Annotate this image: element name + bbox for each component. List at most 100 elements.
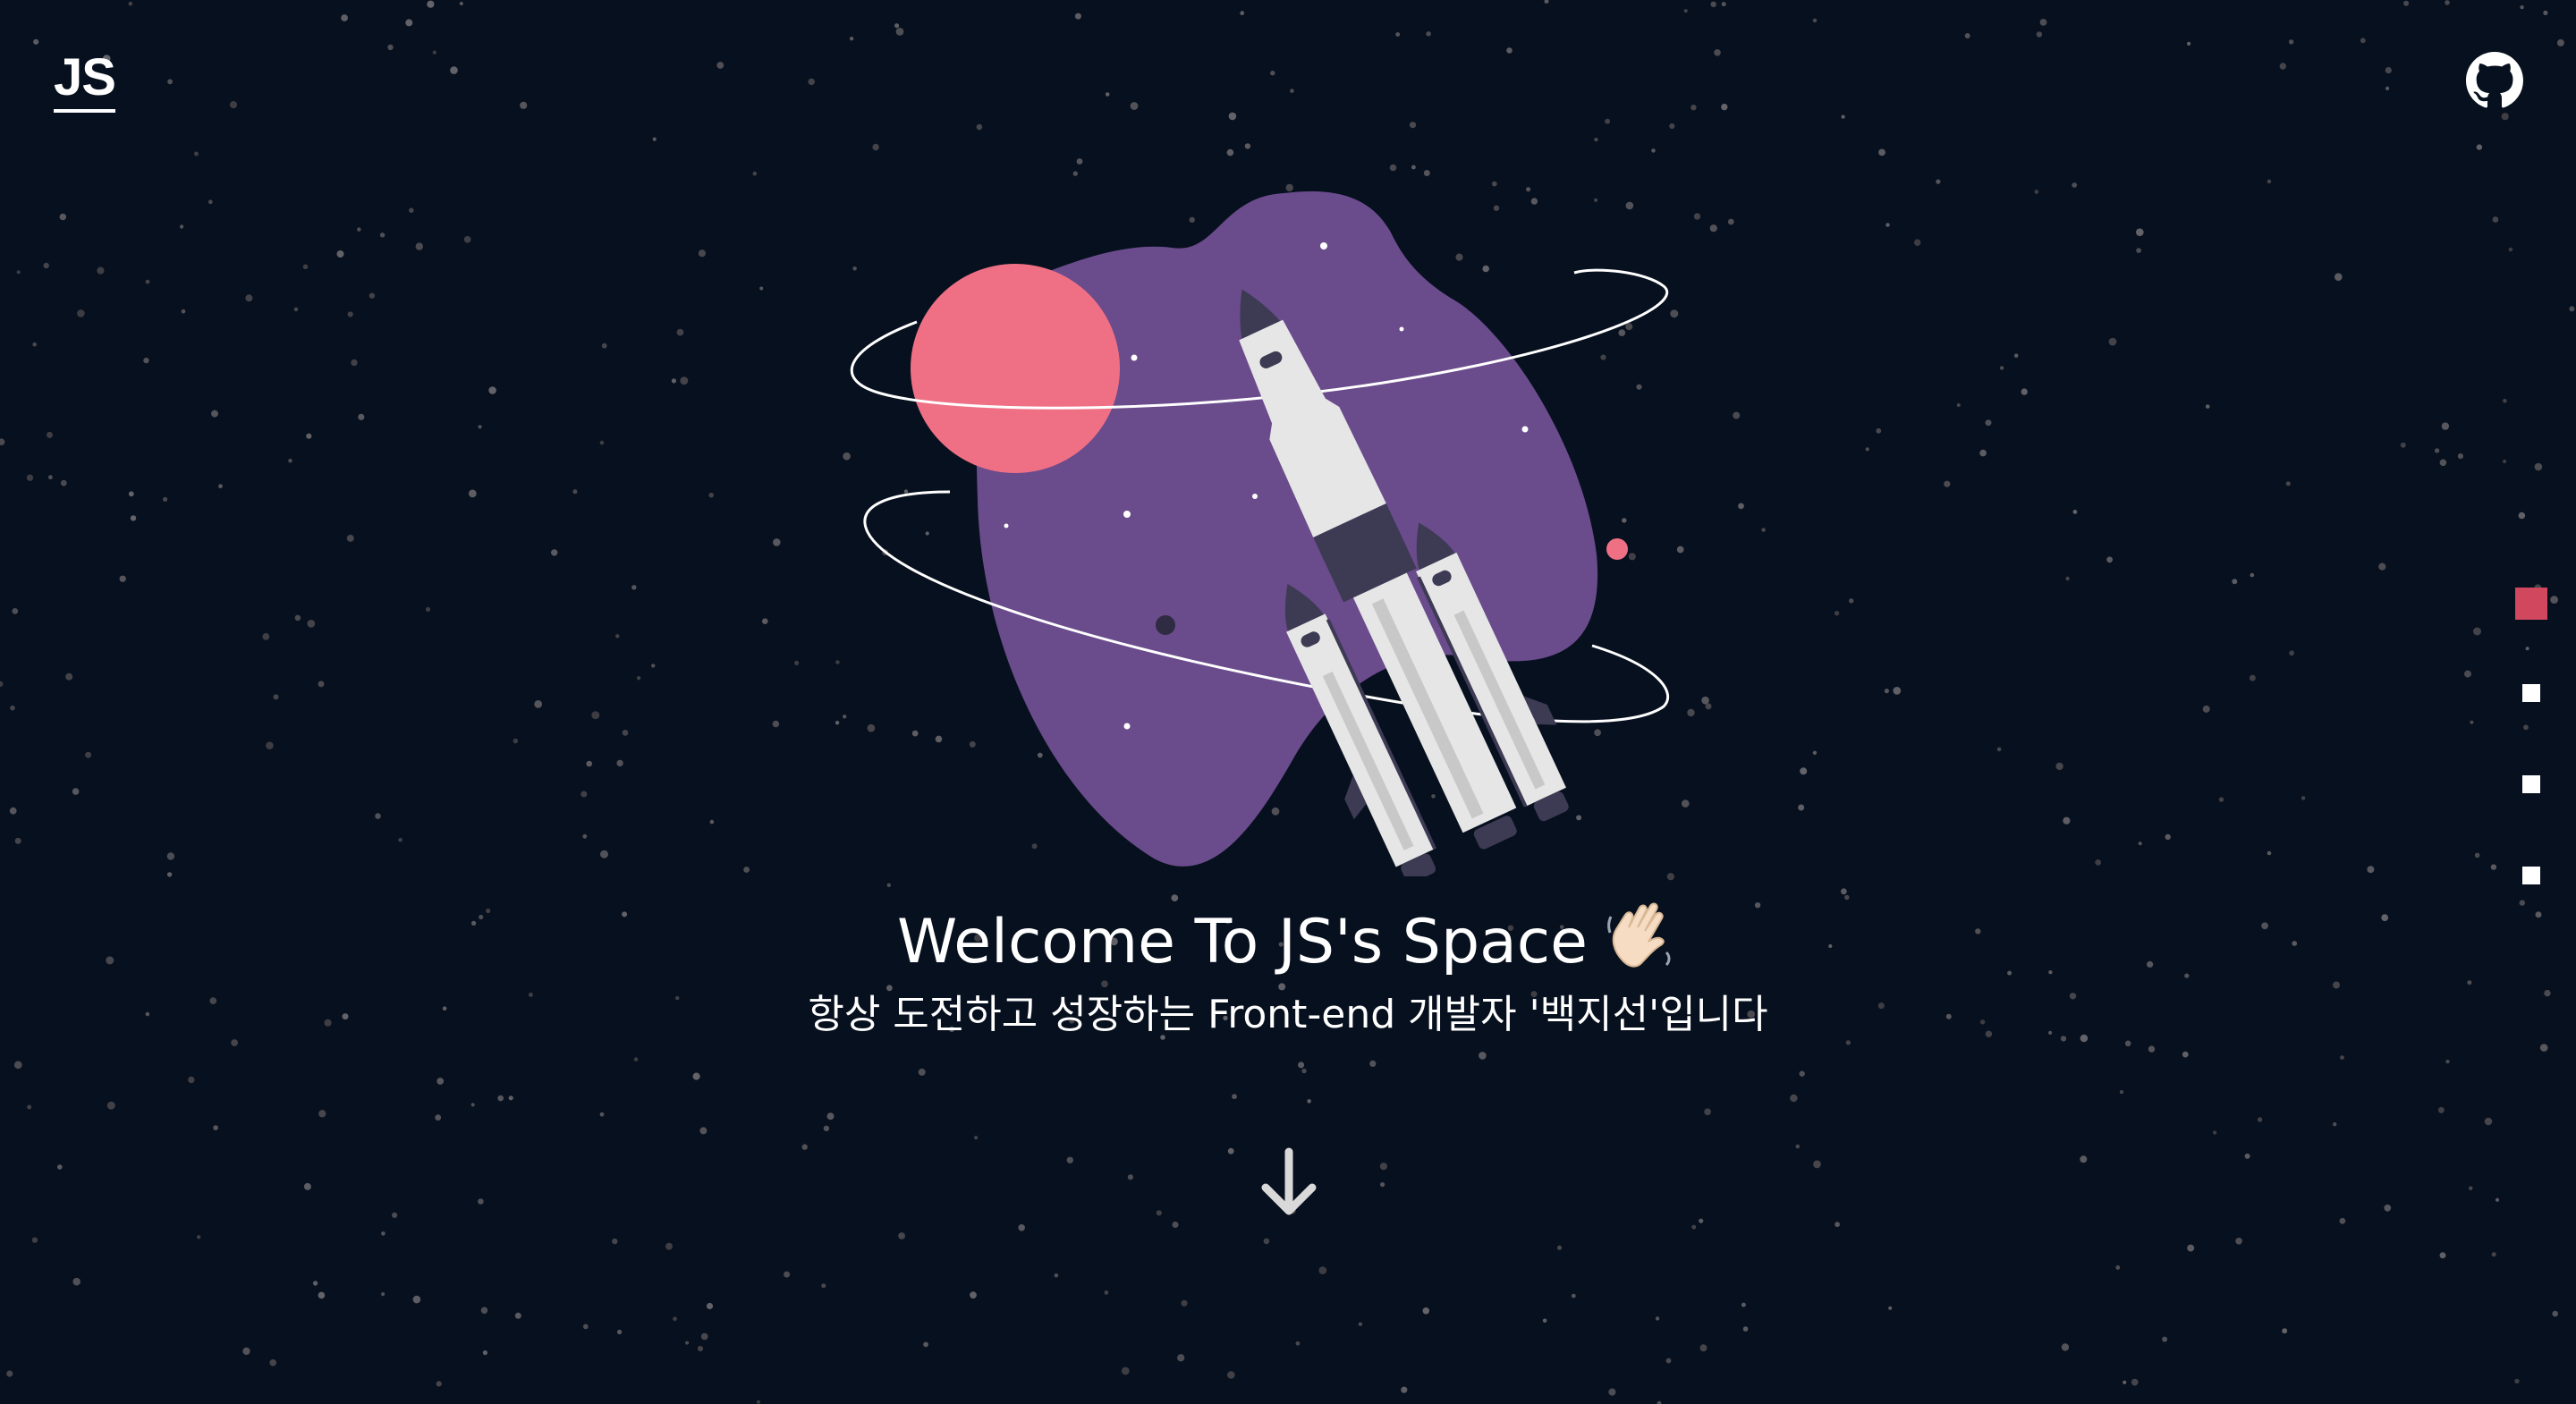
background-star [784,1271,791,1278]
background-star [194,151,199,156]
background-star [2569,306,2575,312]
background-star [208,199,213,205]
background-star [1127,1174,1133,1180]
background-star [0,438,5,445]
background-star [1411,165,1416,170]
background-star [13,1061,22,1070]
background-star [1884,689,1889,694]
background-star [2212,1130,2217,1135]
background-star [60,479,67,486]
background-star [2445,1059,2450,1064]
background-star [849,37,854,41]
background-star [482,1350,488,1356]
background-star [43,262,49,269]
background-star [801,1144,808,1150]
background-star [2543,10,2548,15]
background-star [27,1104,32,1110]
scroll-down-button[interactable] [1257,1146,1321,1218]
background-star [188,1076,195,1084]
background-star [615,634,620,639]
background-star [699,1127,708,1135]
background-star [1888,1306,1893,1310]
background-star [336,250,344,258]
background-star [1742,1326,1749,1332]
background-star [1812,750,1818,755]
background-star [1318,1266,1327,1274]
background-star [680,376,689,385]
background-star [1121,1366,1130,1375]
background-star [1244,143,1251,149]
background-star [1426,31,1431,37]
background-star [1996,747,2002,752]
background-star [318,1110,326,1118]
background-star [2484,1117,2493,1126]
background-star [459,2,463,5]
section-nav-dot-2[interactable] [2522,684,2540,702]
background-star [59,213,67,221]
background-star [1936,179,1941,184]
background-star [85,751,92,758]
background-star [387,44,394,51]
background-star [163,496,168,503]
background-star [572,489,578,495]
background-star [601,343,607,349]
background-star [2508,247,2513,252]
background-star [1893,687,1902,695]
section-nav-dot-4[interactable] [2522,867,2540,884]
background-star [633,1057,639,1061]
background-star [2249,674,2256,681]
background-star [2267,850,2272,856]
background-star [1479,1052,1487,1060]
background-star [1608,1388,1616,1396]
background-star [508,1095,513,1101]
background-star [808,78,815,86]
background-star [1066,1156,1074,1164]
github-link[interactable] [2466,52,2523,109]
background-star [2232,579,2238,585]
background-star [762,618,768,624]
background-star [794,660,800,666]
section-nav-dot-1[interactable] [2515,588,2547,620]
background-star [2106,556,2114,563]
background-star [1409,122,1417,129]
background-star [1422,1307,1430,1315]
background-star [1401,1386,1408,1393]
site-logo[interactable]: JS [54,52,116,113]
background-star [2518,512,2526,520]
blob-star [1320,242,1327,250]
background-star [2182,1051,2189,1058]
background-star [2235,1238,2242,1245]
background-star [716,62,724,69]
background-star [1979,449,1987,457]
background-star [599,1112,605,1117]
background-star [773,538,781,546]
background-star [2108,337,2117,346]
background-star [10,705,15,711]
background-star [665,1242,673,1250]
background-star [1841,114,1845,119]
background-star [2301,796,2306,800]
background-star [1687,708,1695,717]
background-star [692,1072,700,1080]
section-nav-dot-3[interactable] [2522,775,2540,793]
background-star [826,1112,835,1121]
background-star [2250,572,2255,578]
background-star [2055,762,2063,771]
background-star [2288,39,2294,45]
background-star [673,1316,677,1322]
background-star [57,1164,63,1170]
background-star [2072,182,2078,188]
background-star [72,788,80,795]
background-star [1655,1316,1660,1321]
planet [911,264,1120,473]
background-star [470,1103,475,1107]
space-illustration [850,190,1669,876]
background-star [1683,9,1688,13]
background-star [1104,1290,1109,1295]
background-star [266,741,274,749]
background-star [1964,33,1970,38]
background-star [1849,598,1854,604]
background-star [14,837,21,844]
landing-page: JS Welcome To JS's Space 항상 도전하고 성장하는 Fr… [0,0,2576,1404]
background-star [211,410,218,418]
